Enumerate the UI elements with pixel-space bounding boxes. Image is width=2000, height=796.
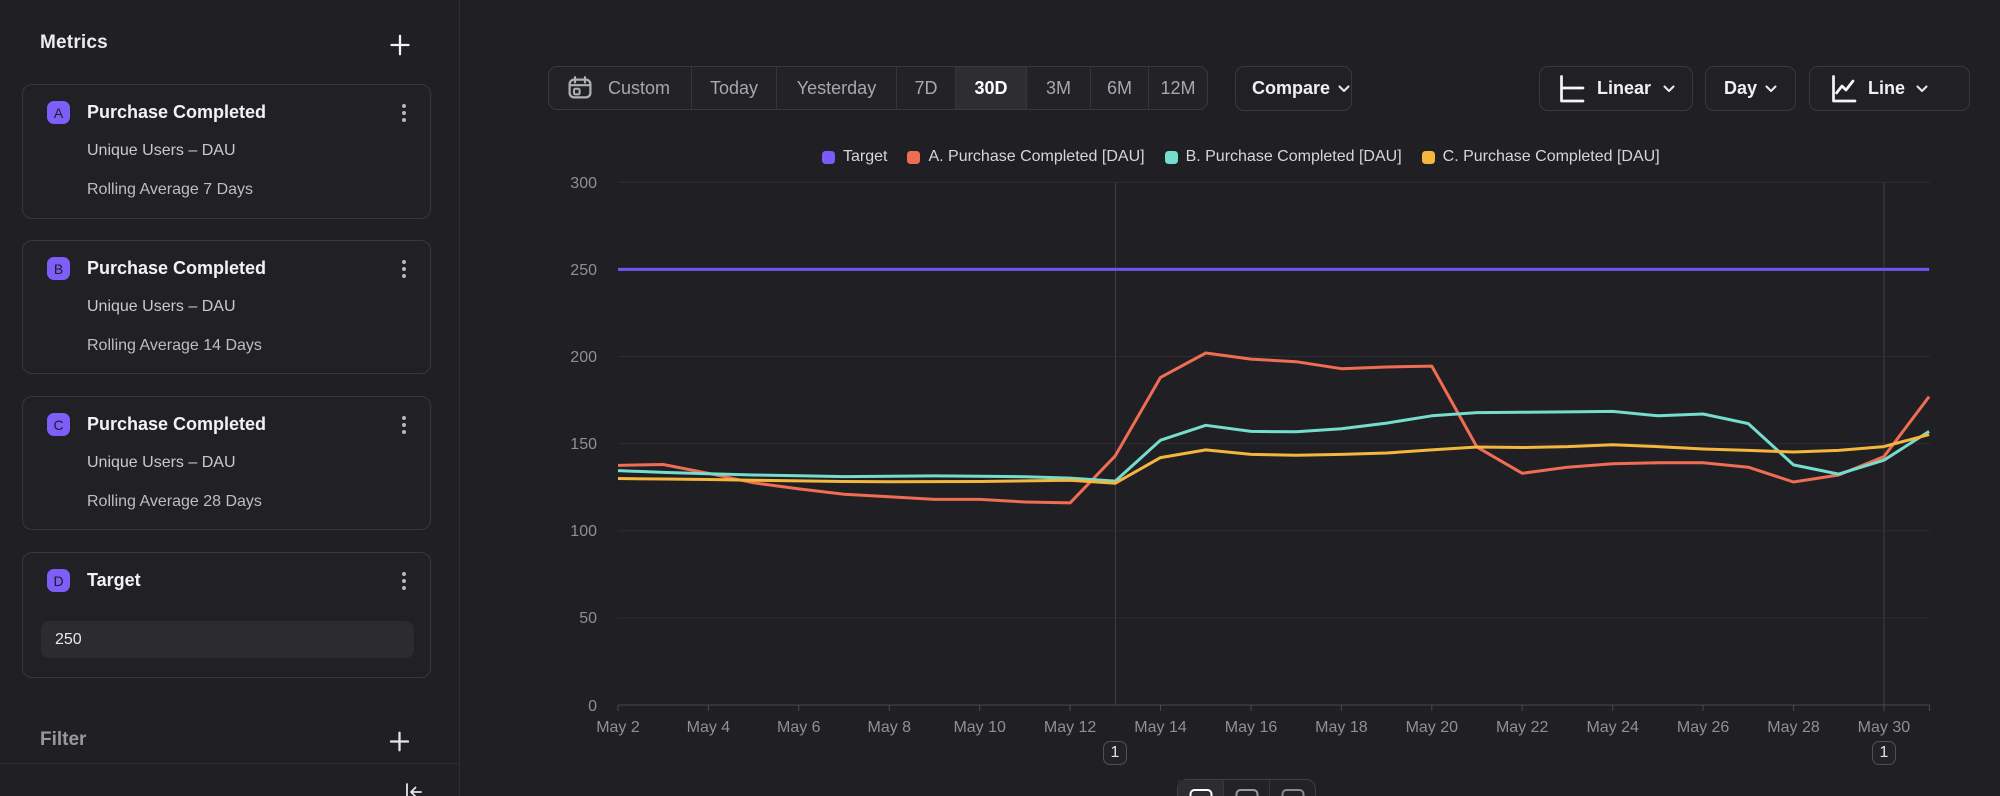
svg-text:May 12: May 12	[1044, 719, 1097, 736]
svg-text:100: 100	[570, 523, 597, 540]
svg-text:May 22: May 22	[1496, 719, 1549, 736]
svg-text:May 2: May 2	[596, 719, 640, 736]
svg-text:150: 150	[570, 436, 597, 453]
svg-text:May 6: May 6	[777, 719, 821, 736]
svg-text:May 4: May 4	[687, 719, 731, 736]
svg-text:300: 300	[570, 175, 597, 192]
svg-text:0: 0	[588, 698, 597, 715]
svg-text:May 18: May 18	[1315, 719, 1368, 736]
svg-text:May 26: May 26	[1677, 719, 1730, 736]
svg-text:250: 250	[570, 262, 597, 279]
svg-text:50: 50	[579, 610, 597, 627]
svg-text:May 30: May 30	[1858, 719, 1911, 736]
svg-text:200: 200	[570, 349, 597, 366]
svg-text:May 24: May 24	[1586, 719, 1639, 736]
svg-text:May 16: May 16	[1225, 719, 1278, 736]
svg-text:May 8: May 8	[868, 719, 912, 736]
svg-text:May 14: May 14	[1134, 719, 1187, 736]
svg-text:May 28: May 28	[1767, 719, 1820, 736]
svg-text:May 10: May 10	[953, 719, 1006, 736]
svg-text:May 20: May 20	[1406, 719, 1459, 736]
